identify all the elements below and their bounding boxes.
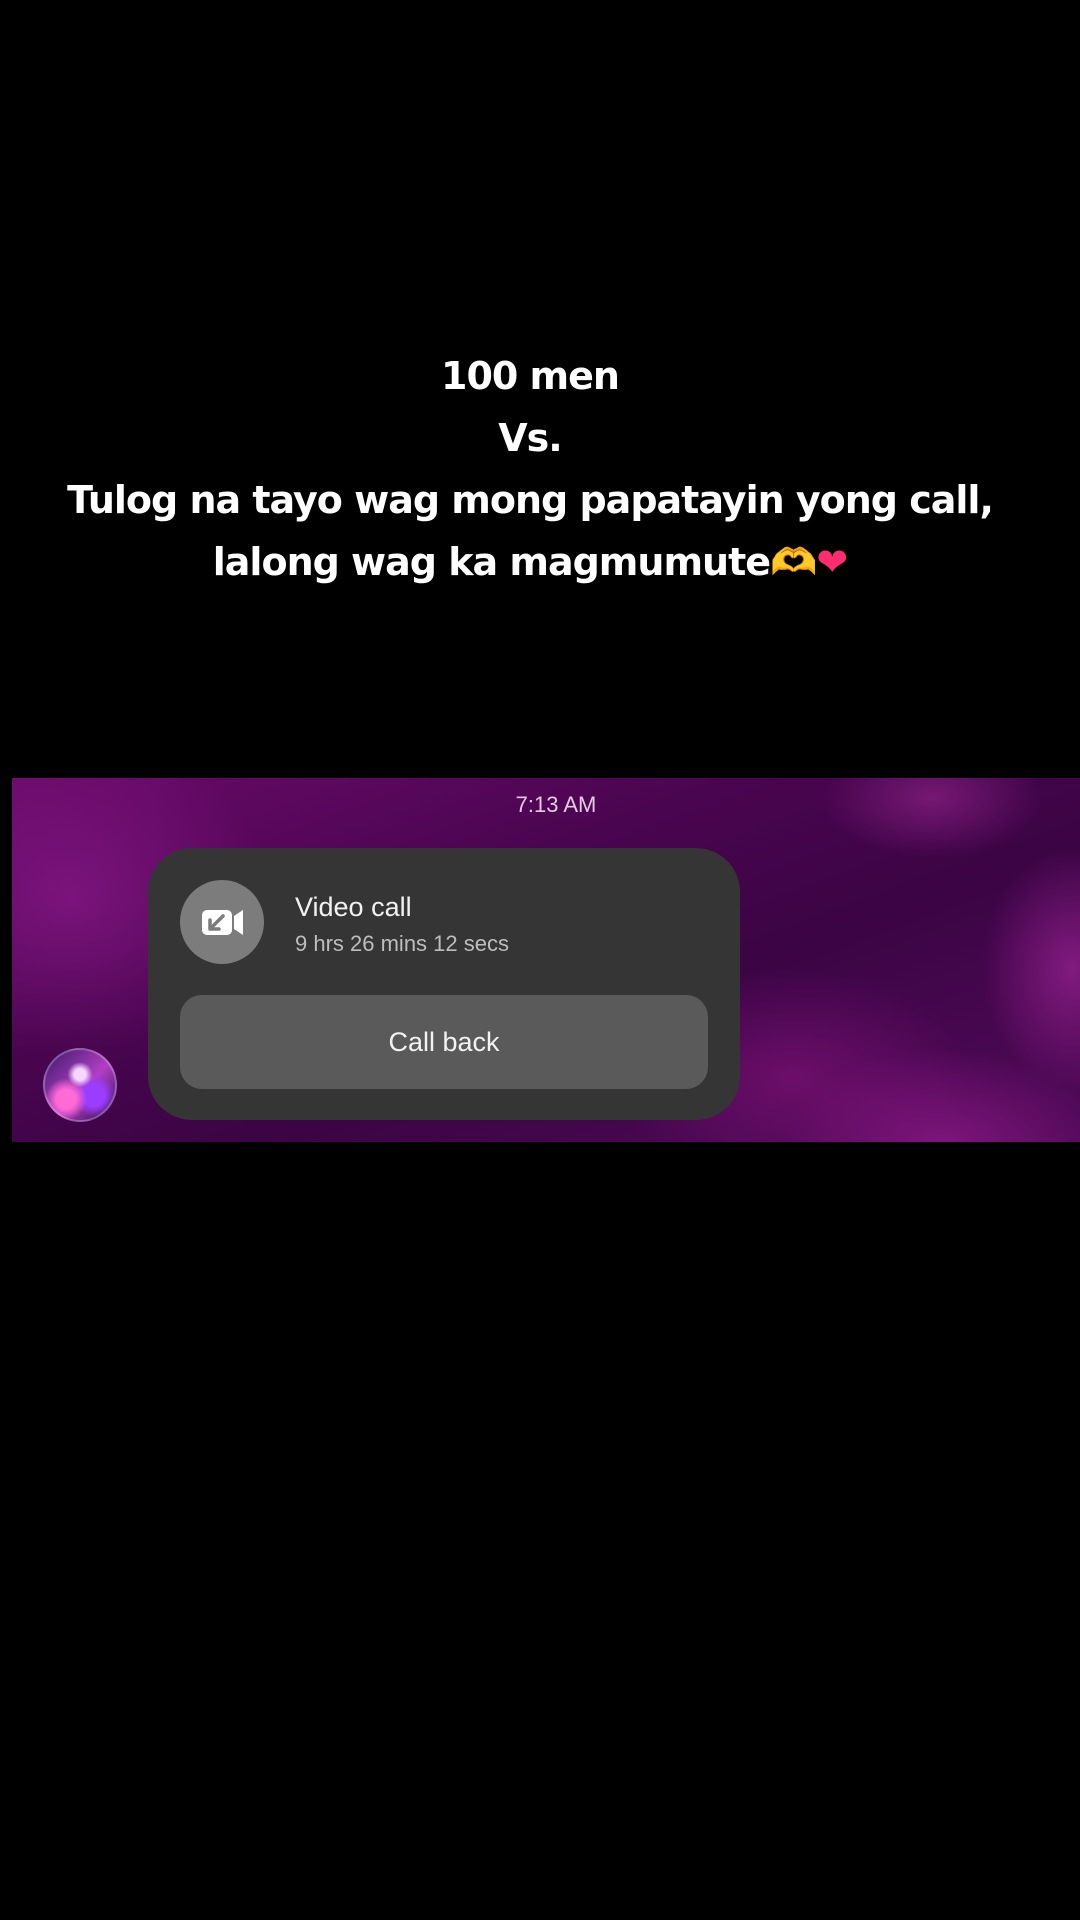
video-call-incoming-icon (180, 880, 264, 964)
red-heart-emoji-icon: ❤ (816, 540, 848, 584)
call-log-bubble: Video call 9 hrs 26 mins 12 secs Call ba… (148, 848, 740, 1120)
call-type-label: Video call (295, 892, 412, 922)
contact-avatar[interactable] (43, 1048, 117, 1122)
caption-line-4: lalong wag ka magmumute🫶❤ (0, 531, 1060, 593)
message-timestamp: 7:13 AM (515, 792, 597, 817)
overlay-caption: 100 men Vs. Tulog na tayo wag mong papat… (0, 345, 1060, 593)
call-back-button[interactable]: Call back (180, 995, 708, 1089)
caption-line-3: Tulog na tayo wag mong papatayin yong ca… (67, 478, 994, 522)
heart-hands-emoji-icon: 🫶 (770, 540, 817, 584)
caption-line-1: 100 men (441, 354, 620, 398)
chat-screenshot: 7:13 AM Video call 9 hrs 26 mins 12 secs… (12, 778, 1080, 1142)
call-duration-label: 9 hrs 26 mins 12 secs (295, 931, 509, 956)
caption-line-2: Vs. (498, 416, 562, 460)
caption-line-4-text: lalong wag ka magmumute (212, 540, 771, 584)
